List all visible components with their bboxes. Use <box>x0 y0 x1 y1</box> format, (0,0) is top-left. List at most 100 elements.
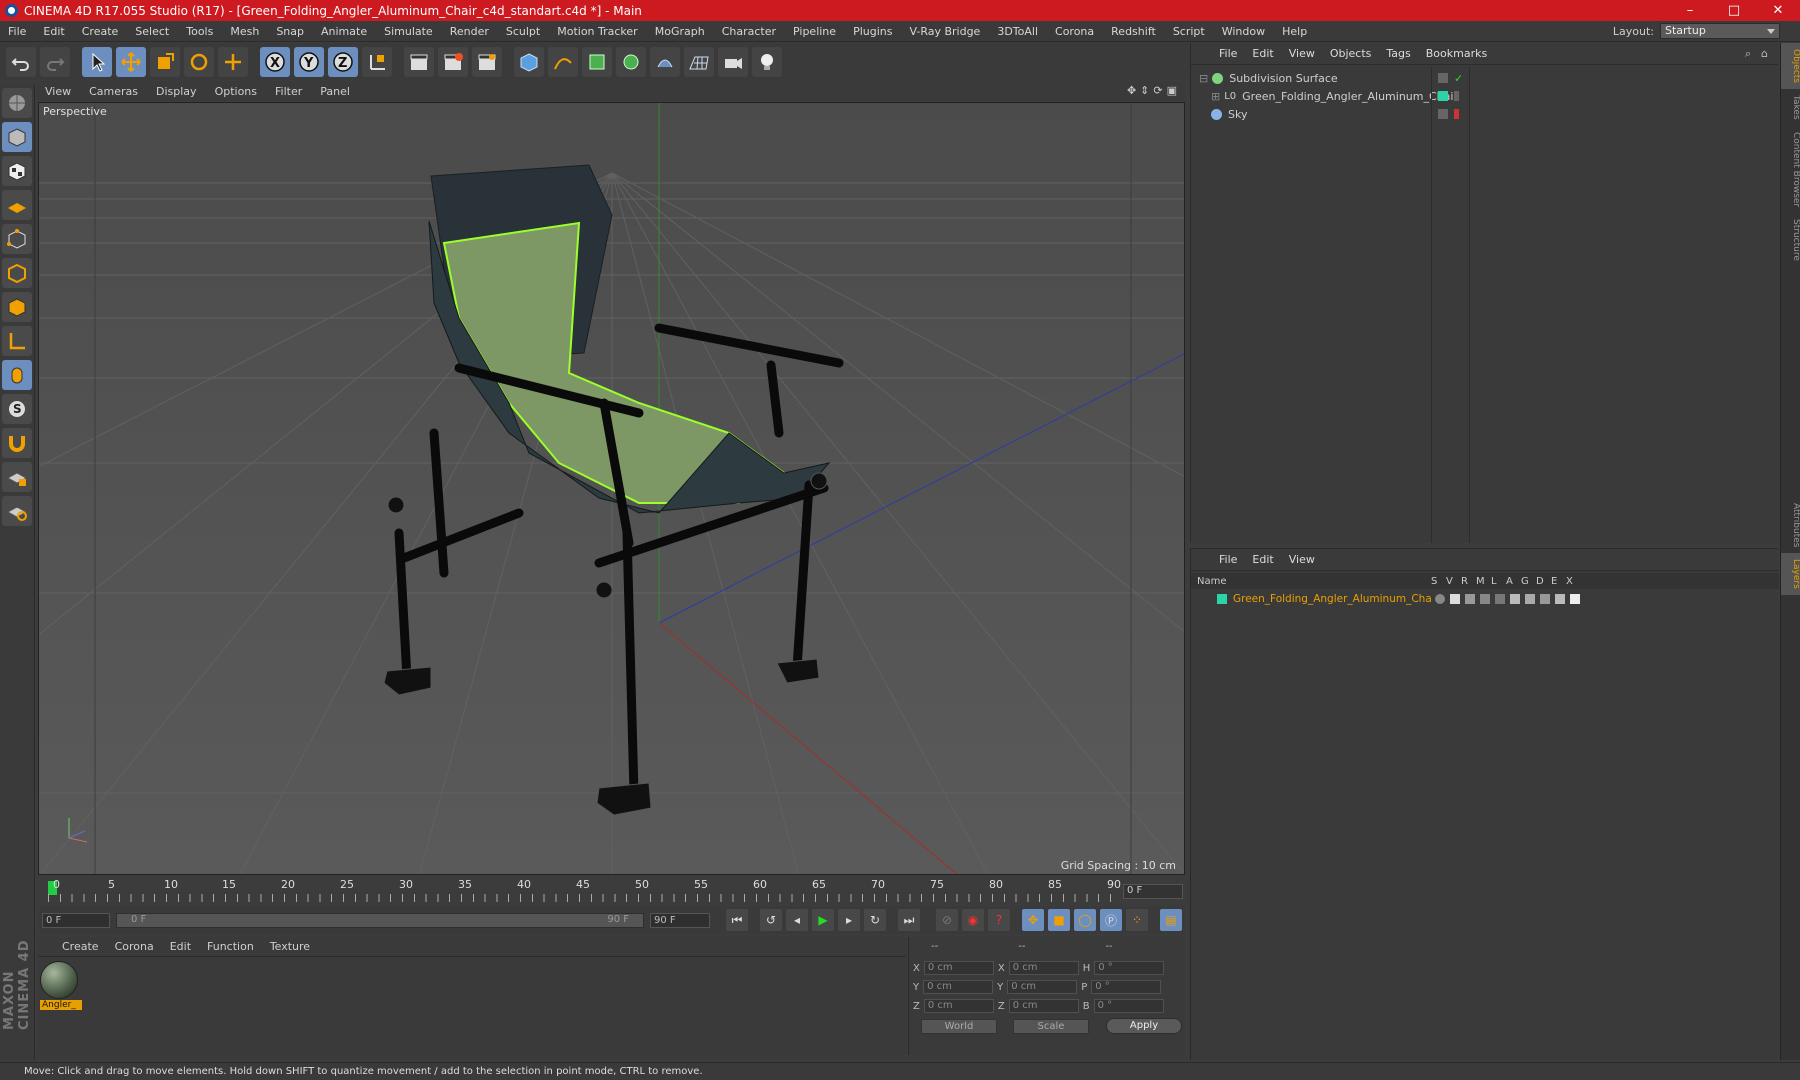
play-button[interactable]: ▶ <box>812 909 834 931</box>
home-icon[interactable]: ⌂ <box>1761 47 1768 60</box>
menu-pipeline[interactable]: Pipeline <box>793 25 836 38</box>
viewport-menu-options[interactable]: Options <box>215 85 257 98</box>
menu-render[interactable]: Render <box>450 25 489 38</box>
scale-tool-button[interactable] <box>150 46 180 77</box>
subdivision-surface-button[interactable] <box>582 46 612 77</box>
dolly-icon[interactable]: ⇕ <box>1140 84 1149 97</box>
size-mode-dropdown[interactable]: Scale <box>1013 1019 1089 1034</box>
spline-pen-button[interactable] <box>548 46 578 77</box>
material-tag[interactable] <box>1438 91 1448 101</box>
rotation-p-field[interactable]: 0 ° <box>1091 980 1162 994</box>
key-parameter-button[interactable]: Ⓟ <box>1100 909 1122 931</box>
autokey-button[interactable]: ? <box>988 909 1010 931</box>
position-x-field[interactable]: 0 cm <box>923 961 994 975</box>
frame-ruler[interactable]: 0 5 10 15 20 25 30 35 40 45 50 55 60 65 … <box>48 878 1121 904</box>
menu-corona[interactable]: Corona <box>1055 25 1094 38</box>
tab-structure[interactable]: Structure <box>1781 213 1800 267</box>
menu-redshift[interactable]: Redshift <box>1111 25 1156 38</box>
xref-icon[interactable] <box>1570 593 1580 604</box>
perspective-viewport[interactable]: Perspective Grid Spacing : 10 cm <box>38 102 1185 875</box>
undo-button[interactable] <box>6 46 36 77</box>
next-frame-button[interactable]: ▸ <box>838 909 860 931</box>
model-mode-button[interactable] <box>2 122 32 152</box>
record-button[interactable]: ◉ <box>962 909 984 931</box>
apply-button[interactable]: Apply <box>1106 1018 1182 1034</box>
viewport-menu-view[interactable]: View <box>45 85 71 98</box>
range-slider[interactable]: 0 F 90 F <box>116 912 644 928</box>
manager-icon[interactable] <box>1480 593 1490 604</box>
menu-tools[interactable]: Tools <box>186 25 213 38</box>
menu-character[interactable]: Character <box>722 25 776 38</box>
viewport-menu-filter[interactable]: Filter <box>275 85 302 98</box>
points-mode-button[interactable] <box>2 224 32 254</box>
cube-object-button[interactable] <box>514 46 544 77</box>
axis-mode-button[interactable] <box>2 326 32 356</box>
minimize-button[interactable]: – <box>1668 3 1712 18</box>
search-icon[interactable]: ⌕ <box>1745 47 1751 61</box>
object-row[interactable]: Sky <box>1191 105 1779 123</box>
tab-attributes[interactable]: Attributes <box>1781 497 1800 553</box>
orbit-icon[interactable]: ⟳ <box>1153 84 1162 97</box>
tweak-mode-button[interactable] <box>2 360 32 390</box>
z-axis-lock-button[interactable]: Z <box>328 46 358 77</box>
menu-plugins[interactable]: Plugins <box>853 25 892 38</box>
layer-row[interactable]: Green_Folding_Angler_Aluminum_Chair <box>1191 590 1779 607</box>
layout-dropdown[interactable]: Startup <box>1660 23 1780 39</box>
menu-file[interactable]: File <box>8 25 26 38</box>
previous-frame-button[interactable]: ◂ <box>786 909 808 931</box>
texture-mode-button[interactable] <box>2 156 32 186</box>
position-y-field[interactable]: 0 cm <box>923 980 994 994</box>
pan-icon[interactable]: ✥ <box>1127 84 1136 97</box>
menu-animate[interactable]: Animate <box>321 25 367 38</box>
key-rotation-button[interactable]: ◯ <box>1074 909 1096 931</box>
snap-button[interactable] <box>2 428 32 458</box>
menu-vray-bridge[interactable]: V-Ray Bridge <box>909 25 980 38</box>
size-z-field[interactable]: 0 cm <box>1008 999 1079 1013</box>
move-tool-button[interactable] <box>116 46 146 77</box>
layer-menu-edit[interactable]: Edit <box>1252 553 1273 566</box>
transform-tool-button[interactable] <box>218 46 248 77</box>
edges-mode-button[interactable] <box>2 258 32 288</box>
render-icon[interactable] <box>1465 593 1475 604</box>
light-button[interactable] <box>752 46 782 77</box>
y-axis-lock-button[interactable]: Y <box>294 46 324 77</box>
lock-workplane-button[interactable] <box>2 462 32 492</box>
workplane-align-button[interactable] <box>2 496 32 526</box>
tab-layers[interactable]: Layers <box>1781 553 1800 595</box>
maximize-view-icon[interactable]: ▣ <box>1167 84 1177 97</box>
next-key-button[interactable]: ↻ <box>864 909 886 931</box>
visibility-dots-icon[interactable] <box>1454 109 1459 119</box>
timeline-ruler[interactable]: 0 5 10 15 20 25 30 35 40 45 50 55 60 65 … <box>38 878 1185 904</box>
end-frame-field[interactable]: 90 F <box>650 912 710 928</box>
menu-script[interactable]: Script <box>1173 25 1205 38</box>
visibility-dots-icon[interactable] <box>1454 91 1459 101</box>
key-scale-button[interactable]: ■ <box>1048 909 1070 931</box>
object-row[interactable]: ⊟ Subdivision Surface ✓ <box>1191 69 1779 87</box>
rotation-h-field[interactable]: 0 ° <box>1094 961 1165 975</box>
material-menu-corona[interactable]: Corona <box>115 940 154 953</box>
tab-content-browser[interactable]: Content Browser <box>1781 126 1800 213</box>
generators-icon[interactable] <box>1525 593 1535 604</box>
close-button[interactable]: ✕ <box>1756 3 1800 18</box>
previous-key-button[interactable]: ↺ <box>760 909 782 931</box>
viewport-menu-display[interactable]: Display <box>156 85 197 98</box>
layer-color-swatch[interactable] <box>1217 593 1227 604</box>
viewport-menu-panel[interactable]: Panel <box>320 85 350 98</box>
camera-button[interactable] <box>718 46 748 77</box>
display-tag[interactable] <box>1438 109 1448 119</box>
deformer-button[interactable] <box>650 46 680 77</box>
view-eye-icon[interactable] <box>1450 593 1460 604</box>
solo-button[interactable]: S <box>2 394 32 424</box>
coordinate-space-dropdown[interactable]: World <box>921 1019 997 1034</box>
redo-button[interactable] <box>40 46 70 77</box>
display-tag[interactable] <box>1438 73 1448 83</box>
rotation-b-field[interactable]: 0 ° <box>1093 999 1164 1013</box>
menu-motion-tracker[interactable]: Motion Tracker <box>557 25 637 38</box>
render-picture-viewer-button[interactable] <box>438 46 468 77</box>
menu-select[interactable]: Select <box>135 25 169 38</box>
position-z-field[interactable]: 0 cm <box>923 999 994 1013</box>
lock-icon[interactable] <box>1495 593 1505 604</box>
menu-3dtoall[interactable]: 3DToAll <box>997 25 1038 38</box>
start-frame-field[interactable]: 0 F <box>42 912 110 928</box>
deformers-icon[interactable] <box>1540 593 1550 604</box>
